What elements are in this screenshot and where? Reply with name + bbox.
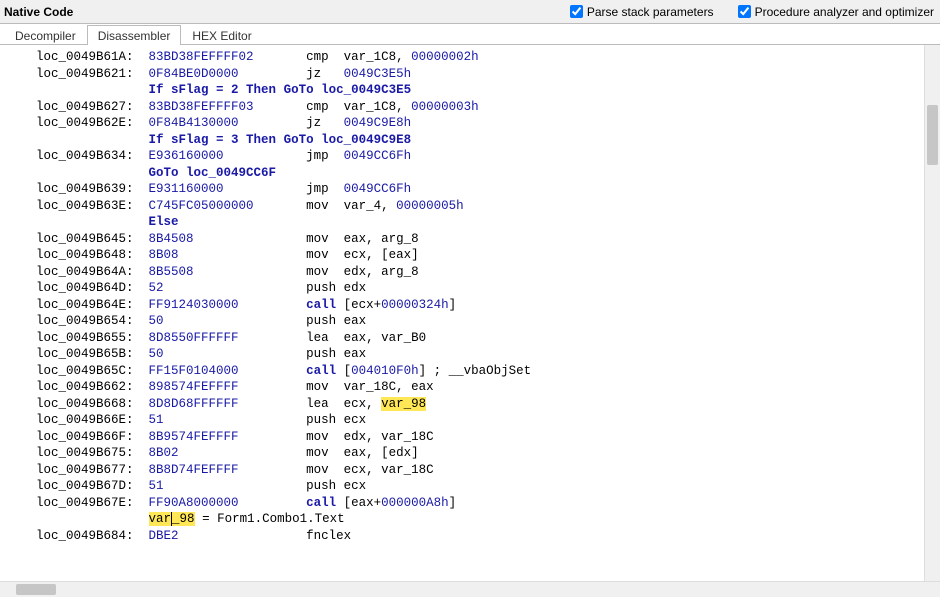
code-line: loc_0049B65B: 50 push eax — [36, 346, 924, 363]
code-line: loc_0049B668: 8D8D68FFFFFF lea ecx, var_… — [36, 396, 924, 413]
horizontal-scroll-thumb[interactable] — [16, 584, 56, 595]
checkbox-proc-analyzer-label: Procedure analyzer and optimizer — [755, 5, 934, 19]
tab-bar: Decompiler Disassembler HEX Editor — [0, 24, 940, 45]
code-line: loc_0049B684: DBE2 fnclex — [36, 528, 924, 545]
code-line: loc_0049B639: E931160000 jmp 0049CC6Fh — [36, 181, 924, 198]
checkbox-proc-analyzer-input[interactable] — [738, 5, 751, 18]
code-line: loc_0049B63E: C745FC05000000 mov var_4, … — [36, 198, 924, 215]
code-line: loc_0049B65C: FF15F0104000 call [004010F… — [36, 363, 924, 380]
code-line: loc_0049B675: 8B02 mov eax, [edx] — [36, 445, 924, 462]
code-line: loc_0049B655: 8D8550FFFFFF lea eax, var_… — [36, 330, 924, 347]
vertical-scroll-thumb[interactable] — [927, 105, 938, 165]
code-line: loc_0049B67E: FF90A8000000 call [eax+000… — [36, 495, 924, 512]
code-line: loc_0049B61A: 83BD38FEFFFF02 cmp var_1C8… — [36, 49, 924, 66]
checkbox-parse-stack[interactable]: Parse stack parameters — [566, 2, 714, 21]
horizontal-scrollbar[interactable] — [0, 581, 940, 597]
code-line: Else — [36, 214, 924, 231]
vertical-scrollbar[interactable] — [924, 45, 940, 581]
checkbox-proc-analyzer[interactable]: Procedure analyzer and optimizer — [734, 2, 934, 21]
code-line: If sFlag = 3 Then GoTo loc_0049C9E8 — [36, 132, 924, 149]
panel-title: Native Code — [4, 5, 546, 19]
checkbox-parse-stack-input[interactable] — [570, 5, 583, 18]
code-line: loc_0049B634: E936160000 jmp 0049CC6Fh — [36, 148, 924, 165]
tab-hex-editor[interactable]: HEX Editor — [181, 25, 262, 45]
code-line: loc_0049B677: 8B8D74FEFFFF mov ecx, var_… — [36, 462, 924, 479]
disassembly-listing[interactable]: loc_0049B61A: 83BD38FEFFFF02 cmp var_1C8… — [0, 45, 924, 581]
tab-disassembler[interactable]: Disassembler — [87, 25, 182, 45]
code-line: loc_0049B621: 0F84BE0D0000 jz 0049C3E5h — [36, 66, 924, 83]
code-line: loc_0049B645: 8B4508 mov eax, arg_8 — [36, 231, 924, 248]
code-line: loc_0049B64D: 52 push edx — [36, 280, 924, 297]
code-line: If sFlag = 2 Then GoTo loc_0049C3E5 — [36, 82, 924, 99]
code-line: GoTo loc_0049CC6F — [36, 165, 924, 182]
code-line: loc_0049B627: 83BD38FEFFFF03 cmp var_1C8… — [36, 99, 924, 116]
code-line: loc_0049B64A: 8B5508 mov edx, arg_8 — [36, 264, 924, 281]
code-line: loc_0049B654: 50 push eax — [36, 313, 924, 330]
code-line: loc_0049B648: 8B08 mov ecx, [eax] — [36, 247, 924, 264]
code-line: loc_0049B66F: 8B9574FEFFFF mov edx, var_… — [36, 429, 924, 446]
code-line: loc_0049B67D: 51 push ecx — [36, 478, 924, 495]
checkbox-parse-stack-label: Parse stack parameters — [587, 5, 714, 19]
code-line: loc_0049B66E: 51 push ecx — [36, 412, 924, 429]
tab-decompiler[interactable]: Decompiler — [4, 25, 87, 45]
code-line: loc_0049B662: 898574FEFFFF mov var_18C, … — [36, 379, 924, 396]
panel-header: Native Code Parse stack parameters Proce… — [0, 0, 940, 24]
code-line: loc_0049B64E: FF9124030000 call [ecx+000… — [36, 297, 924, 314]
code-line: var_98 = Form1.Combo1.Text — [36, 511, 924, 528]
code-line: loc_0049B62E: 0F84B4130000 jz 0049C9E8h — [36, 115, 924, 132]
code-viewport: loc_0049B61A: 83BD38FEFFFF02 cmp var_1C8… — [0, 45, 940, 581]
